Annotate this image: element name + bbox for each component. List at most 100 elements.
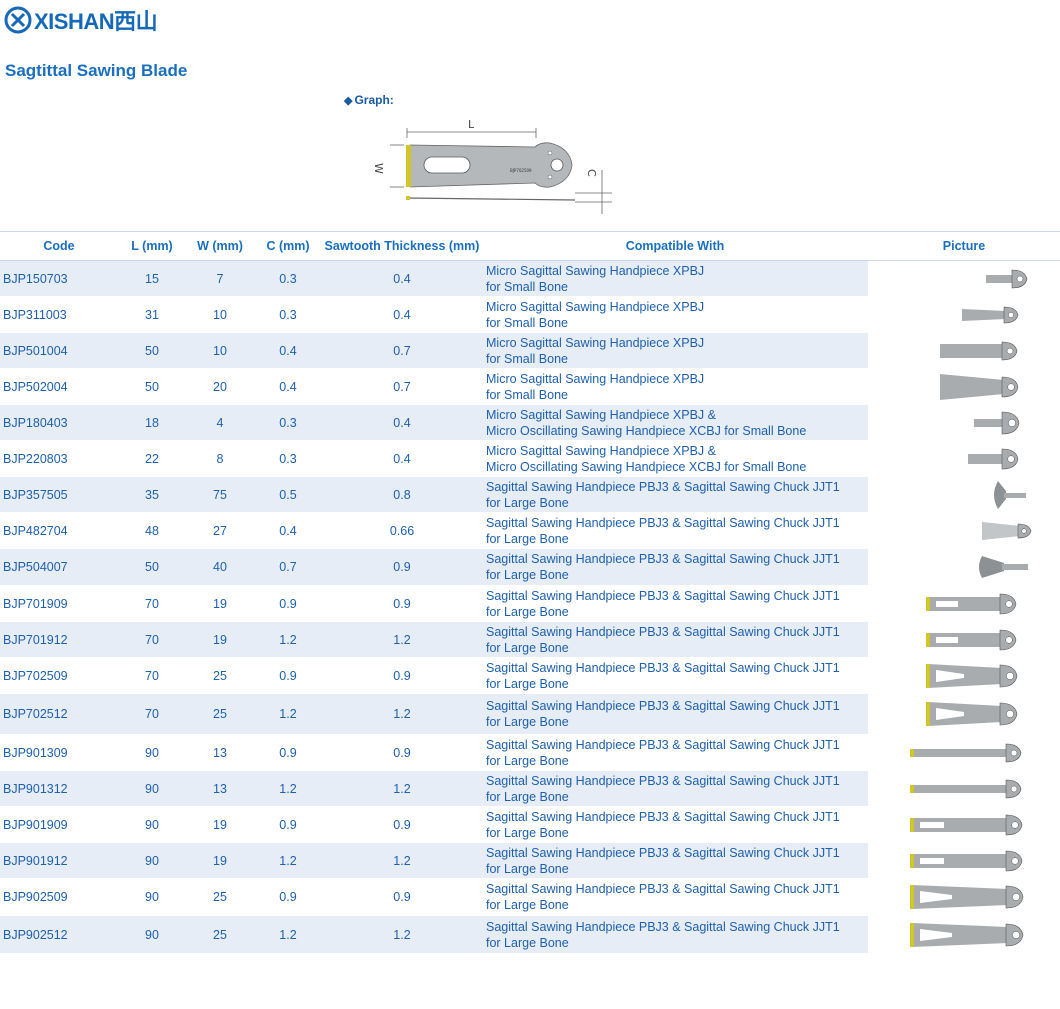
table-row: BJP502004 50 20 0.4 0.7 Micro Sagittal Sawing… (0, 368, 1060, 405)
code-cell: BJP902509 (0, 878, 118, 916)
c-cell: 0.3 (254, 404, 322, 441)
compat-cell: Sagittal Sawing Handpiece PBJ3 & Sagitta… (482, 621, 868, 658)
compat-line-2: for Large Bone (486, 935, 569, 950)
w-cell: 19 (186, 621, 254, 658)
compat-line-2: Micro Oscillating Sawing Handpiece XCBJ … (486, 459, 807, 474)
thickness-cell: 0.9 (322, 806, 482, 843)
compat-line-1: Sagittal Sawing Handpiece PBJ3 & Sagitta… (486, 845, 840, 860)
code-cell: BJP220803 (0, 440, 118, 477)
c-cell: 1.2 (254, 915, 322, 954)
thickness-cell: 0.4 (322, 440, 482, 477)
compat-cell: Sagittal Sawing Handpiece PBJ3 & Sagitta… (482, 770, 868, 807)
table-row: BJP504007 50 40 0.7 0.9 Sagittal Sawing Handp… (0, 548, 1060, 586)
compat-line-1: Sagittal Sawing Handpiece PBJ3 & Sagitta… (486, 588, 840, 603)
w-cell: 19 (186, 806, 254, 843)
table-row: BJP482704 48 27 0.4 0.66 Sagittal Sawing Hand… (0, 512, 1060, 549)
table-header-row: Code L (mm) W (mm) C (mm) Sawtooth Thick… (0, 231, 1060, 261)
c-cell: 0.3 (254, 440, 322, 477)
compat-cell: Micro Sagittal Sawing Handpiece XPBJ for … (482, 332, 868, 369)
l-cell: 90 (118, 842, 186, 879)
dim-l-label: L (468, 118, 475, 131)
c-cell: 0.4 (254, 512, 322, 549)
l-cell: 90 (118, 915, 186, 954)
picture-cell (868, 296, 1060, 333)
compat-line-2: for Small Bone (486, 351, 568, 366)
table-row: BJP220803 22 8 0.3 0.4 Micro Sagittal Sawing … (0, 440, 1060, 477)
compat-cell: Micro Sagittal Sawing Handpiece XPBJ & Mi… (482, 440, 868, 477)
table-row: BJP902509 90 25 0.9 0.9 Sagittal Sawing Handp… (0, 878, 1060, 916)
blade-photo (966, 407, 1036, 439)
w-cell: 25 (186, 657, 254, 694)
compat-line-2: for Large Bone (486, 898, 569, 912)
thickness-cell: 1.2 (322, 915, 482, 954)
compat-line-1: Sagittal Sawing Handpiece PBJ3 & Sagitta… (486, 809, 840, 824)
w-cell: 25 (186, 693, 254, 735)
picture-cell (868, 806, 1060, 843)
table-row: BJP150703 15 7 0.3 0.4 Micro Sagittal Sawing … (0, 260, 1060, 297)
compat-line-1: Micro Sagittal Sawing Handpiece XPBJ (486, 371, 705, 386)
thickness-cell: 0.7 (322, 368, 482, 405)
l-cell: 90 (118, 734, 186, 771)
compat-line-2: for Large Bone (486, 676, 569, 691)
blade-photo (908, 809, 1036, 841)
l-cell: 50 (118, 368, 186, 405)
c-cell: 1.2 (254, 770, 322, 807)
code-cell: BJP502004 (0, 368, 118, 405)
c-cell: 0.9 (254, 585, 322, 622)
compat-cell: Sagittal Sawing Handpiece PBJ3 & Sagitta… (482, 548, 868, 586)
code-cell: BJP504007 (0, 548, 118, 586)
blade-photo (966, 443, 1036, 475)
compat-line-2: for Large Bone (486, 715, 569, 729)
compat-cell: Sagittal Sawing Handpiece PBJ3 & Sagitta… (482, 657, 868, 694)
l-cell: 48 (118, 512, 186, 549)
xishan-logo-icon (4, 6, 32, 34)
code-cell: BJP482704 (0, 512, 118, 549)
compat-cell: Sagittal Sawing Handpiece PBJ3 & Sagitta… (482, 915, 868, 954)
compat-line-1: Micro Sagittal Sawing Handpiece XPBJ & (486, 443, 716, 458)
l-cell: 90 (118, 806, 186, 843)
compat-line-1: Sagittal Sawing Handpiece PBJ3 & Sagitta… (486, 919, 840, 934)
l-cell: 90 (118, 770, 186, 807)
l-cell: 35 (118, 476, 186, 513)
blade-photo (976, 263, 1036, 295)
l-cell: 70 (118, 657, 186, 694)
compat-line-1: Sagittal Sawing Handpiece PBJ3 & Sagitta… (486, 882, 840, 896)
compat-line-2: for Large Bone (486, 604, 569, 619)
picture-cell (868, 368, 1060, 405)
picture-cell (868, 440, 1060, 477)
blade-photo (924, 660, 1036, 692)
compat-cell: Sagittal Sawing Handpiece PBJ3 & Sagitta… (482, 585, 868, 622)
header-code: Code (0, 231, 118, 261)
w-cell: 10 (186, 332, 254, 369)
graph-label: ◆ Graph: (344, 93, 394, 107)
thickness-cell: 0.8 (322, 476, 482, 513)
brand-logo[interactable]: XISHAN西山 (4, 6, 158, 34)
brand-name: XISHAN西山 (34, 9, 158, 34)
code-cell: BJP311003 (0, 296, 118, 333)
compat-line-1: Micro Sagittal Sawing Handpiece XPBJ (486, 299, 705, 314)
compat-line-1: Sagittal Sawing Handpiece PBJ3 & Sagitta… (486, 515, 840, 530)
l-cell: 18 (118, 404, 186, 441)
blade-photo (908, 737, 1036, 769)
dim-w-label: W (372, 163, 385, 174)
thickness-cell: 1.2 (322, 621, 482, 658)
code-cell: BJP901909 (0, 806, 118, 843)
w-cell: 7 (186, 260, 254, 297)
thickness-cell: 0.9 (322, 585, 482, 622)
diamond-bullet-icon: ◆ (344, 95, 353, 107)
compat-line-2: for Large Bone (486, 640, 569, 655)
l-cell: 70 (118, 585, 186, 622)
picture-cell (868, 332, 1060, 369)
picture-cell (868, 770, 1060, 807)
table-row: BJP901912 90 19 1.2 1.2 Sagittal Sawing Handp… (0, 842, 1060, 879)
header-picture: Picture (868, 231, 1060, 261)
w-cell: 10 (186, 296, 254, 333)
blade-spec-table: Code L (mm) W (mm) C (mm) Sawtooth Thick… (0, 231, 1060, 954)
l-cell: 15 (118, 260, 186, 297)
picture-cell (868, 260, 1060, 297)
w-cell: 13 (186, 734, 254, 771)
compat-line-1: Sagittal Sawing Handpiece PBJ3 & Sagitta… (486, 624, 840, 639)
c-cell: 0.3 (254, 296, 322, 333)
l-cell: 50 (118, 548, 186, 586)
w-cell: 27 (186, 512, 254, 549)
